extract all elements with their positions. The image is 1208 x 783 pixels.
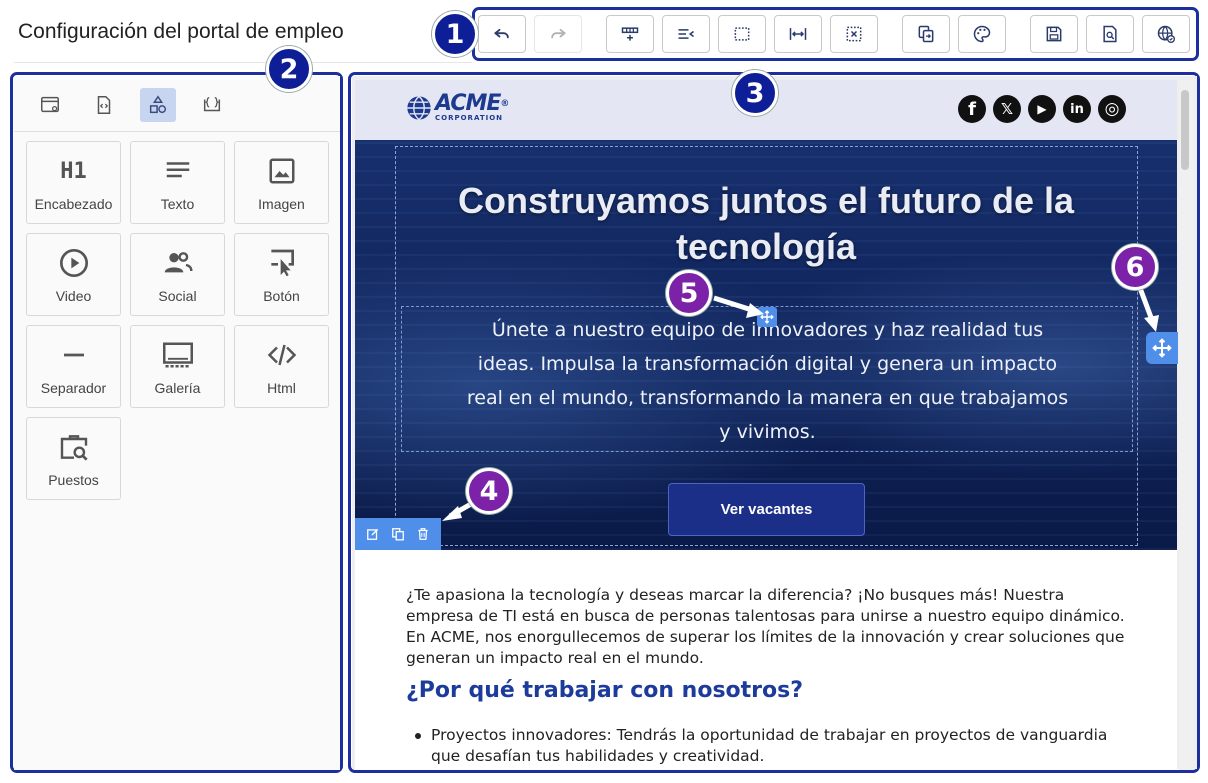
company-logo: ACME® CORPORATION <box>405 91 509 122</box>
list-item[interactable]: Proyectos innovadores: Tendrás la oportu… <box>411 725 1127 767</box>
view-jobs-button[interactable]: Ver vacantes <box>668 483 865 536</box>
instagram-icon[interactable]: ◎ <box>1098 95 1126 123</box>
block-text[interactable]: Texto <box>130 141 225 224</box>
block-label: Imagen <box>258 196 305 212</box>
title-divider <box>14 62 472 63</box>
play-icon <box>59 249 88 277</box>
insert-row-icon <box>621 27 639 41</box>
heading-icon: H1 <box>60 158 87 184</box>
tab-code-braces[interactable] <box>194 88 230 122</box>
select-box-button[interactable] <box>718 15 766 53</box>
block-label: Separador <box>40 380 107 396</box>
callout-badge-4: 4 <box>466 468 512 514</box>
remove-selection-button[interactable] <box>830 15 878 53</box>
save-icon <box>1046 26 1062 42</box>
block-label: Galería <box>154 380 201 396</box>
button-click-icon <box>270 249 294 277</box>
fit-width-button[interactable] <box>774 15 822 53</box>
youtube-icon[interactable]: ▶ <box>1028 95 1056 123</box>
image-icon <box>269 158 294 184</box>
edit-icon[interactable] <box>366 527 380 541</box>
copy-button[interactable] <box>902 15 950 53</box>
why-heading[interactable]: ¿Por qué trabajar con nosotros? <box>406 678 803 703</box>
block-label: Social <box>158 288 197 304</box>
hero-text[interactable]: Únete a nuestro equipo de innovadores y … <box>465 313 1070 449</box>
callout-badge-2: 2 <box>266 46 312 92</box>
block-label: Botón <box>263 288 300 304</box>
undo-icon <box>494 28 509 39</box>
theme-palette-button[interactable] <box>958 15 1006 53</box>
separator-icon <box>63 353 84 357</box>
html-code-icon <box>267 344 296 366</box>
code-file-icon <box>97 96 111 114</box>
code-braces-icon <box>203 97 221 112</box>
block-separator[interactable]: Separador <box>26 325 121 408</box>
align-button[interactable] <box>662 15 710 53</box>
tab-code-file[interactable] <box>86 88 122 122</box>
block-edit-toolbar <box>355 518 441 550</box>
block-label: Html <box>267 380 296 396</box>
preview-button[interactable] <box>1086 15 1134 53</box>
select-box-icon <box>734 27 750 41</box>
fit-width-icon <box>789 28 807 40</box>
block-label: Puestos <box>48 472 99 488</box>
content-section: ¿Te apasiona la tecnología y deseas marc… <box>406 585 1128 669</box>
block-button[interactable]: Botón <box>234 233 329 316</box>
globe-logo-icon <box>407 95 431 121</box>
canvas-scrollbar[interactable] <box>1179 80 1193 770</box>
block-label: Video <box>55 288 92 304</box>
callout-badge-5: 5 <box>666 270 712 316</box>
move-handle-section[interactable] <box>1146 332 1178 364</box>
gallery-icon <box>162 342 193 368</box>
delete-icon[interactable] <box>416 527 430 541</box>
block-image[interactable]: Imagen <box>234 141 329 224</box>
move-icon <box>1152 338 1172 358</box>
logo-subtitle: CORPORATION <box>435 114 504 122</box>
tab-page-settings[interactable] <box>32 88 68 122</box>
publish-globe-icon <box>1157 25 1175 43</box>
block-social[interactable]: Social <box>130 233 225 316</box>
facebook-icon[interactable]: f <box>958 95 986 123</box>
block-heading[interactable]: H1 Encabezado <box>26 141 121 224</box>
page-title: Configuración del portal de empleo <box>18 20 344 43</box>
align-left-icon <box>678 29 694 39</box>
callout-badge-6: 6 <box>1112 244 1158 290</box>
canvas-scroll-thumb[interactable] <box>1181 90 1189 170</box>
page-settings-icon <box>41 96 59 113</box>
job-search-icon <box>60 435 88 461</box>
redo-button[interactable] <box>534 15 582 53</box>
save-button[interactable] <box>1030 15 1078 53</box>
app-root: Configuración del portal de empleo H1 En… <box>0 0 1208 783</box>
preview-icon <box>1103 25 1117 43</box>
duplicate-icon[interactable] <box>391 527 405 541</box>
people-icon <box>164 252 193 273</box>
block-gallery[interactable]: Galería <box>130 325 225 408</box>
linkedin-icon[interactable]: in <box>1063 95 1091 123</box>
logo-name: ACME® <box>435 91 509 116</box>
undo-button[interactable] <box>478 15 526 53</box>
palette-icon <box>973 25 991 43</box>
remove-selection-icon <box>846 26 862 42</box>
block-jobs[interactable]: Puestos <box>26 417 121 500</box>
copy-icon <box>918 25 934 43</box>
block-html[interactable]: Html <box>234 325 329 408</box>
arrow-to-section-handle <box>1137 287 1159 332</box>
callout-badge-1: 1 <box>432 11 478 57</box>
site-preview: ACME® CORPORATION f 𝕏 ▶ in ◎ Construyamo… <box>355 80 1177 770</box>
text-icon <box>166 162 189 178</box>
hero-title[interactable]: Construyamos juntos el futuro de la tecn… <box>455 178 1077 270</box>
block-label: Texto <box>160 196 195 212</box>
intro-paragraph[interactable]: ¿Te apasiona la tecnología y deseas marc… <box>406 585 1128 669</box>
tab-blocks[interactable] <box>140 88 176 122</box>
insert-row-button[interactable] <box>606 15 654 53</box>
publish-button[interactable] <box>1142 15 1190 53</box>
redo-icon <box>551 28 566 39</box>
x-icon[interactable]: 𝕏 <box>993 95 1021 123</box>
callout-badge-3: 3 <box>732 70 778 116</box>
blocks-icon <box>149 95 167 114</box>
block-video[interactable]: Video <box>26 233 121 316</box>
block-label: Encabezado <box>34 196 113 212</box>
arrow-to-move-handle <box>713 295 764 318</box>
